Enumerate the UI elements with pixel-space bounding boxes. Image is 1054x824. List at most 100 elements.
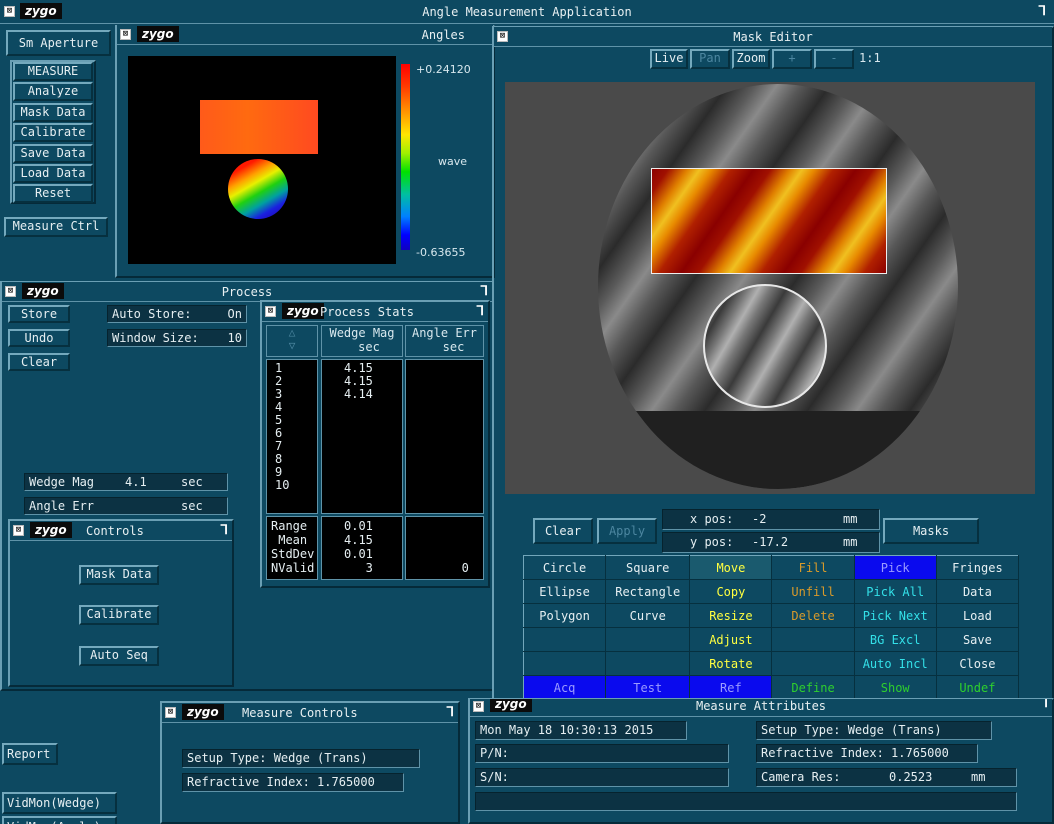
tool-curve-button[interactable]: Curve [605, 603, 691, 628]
tool-polygon-button[interactable]: Polygon [522, 603, 607, 628]
calibrate-button[interactable]: Calibrate [79, 605, 159, 625]
pin-icon[interactable]: ⅂ [221, 522, 228, 540]
comment-field[interactable] [475, 792, 1017, 811]
y-pos-field: y pos: -17.2 mm [662, 532, 880, 553]
tool-ellipse-button[interactable]: Ellipse [522, 579, 607, 604]
camera-res-field: Camera Res: 0.2523 mm [756, 768, 1017, 787]
tool-define-button[interactable]: Define [771, 675, 855, 700]
tool-ref-button[interactable]: Ref [689, 675, 773, 700]
window-size-label: Window Size: [112, 331, 199, 345]
tool-save-button[interactable]: Save [935, 627, 1020, 652]
tool-pick-all-button[interactable]: Pick All [853, 579, 937, 604]
tool-close-button[interactable]: Close [935, 651, 1020, 676]
zygo-logo: zygo [137, 26, 179, 42]
tool-rotate-button[interactable]: Rotate [689, 651, 773, 676]
zygo-logo: zygo [30, 522, 72, 538]
live-button[interactable]: Live [650, 49, 688, 69]
vidmon-angle-button[interactable]: VidMon(Angle) [2, 816, 117, 824]
aperture-circle [598, 84, 958, 489]
camera-view[interactable] [505, 82, 1035, 494]
process-stats-title: Process Stats [320, 305, 414, 319]
pn-field[interactable]: P/N: [475, 744, 729, 763]
mask-editor-title: Mask Editor [733, 30, 813, 44]
pin-icon[interactable]: ⅂ [1039, 0, 1046, 23]
wedge-mag-header: Wedge Mag sec [321, 325, 403, 357]
tool-test-button[interactable]: Test [605, 675, 691, 700]
close-icon[interactable]: ⊠ [120, 29, 131, 40]
pin-icon[interactable]: ⅂ [447, 704, 454, 722]
menu-mask-data-button[interactable]: Mask Data [13, 102, 93, 122]
menu-load-data-button[interactable]: Load Data [13, 164, 93, 183]
pin-icon[interactable]: ⅂ [1041, 699, 1048, 711]
angle-err-field: Angle Err sec [24, 497, 228, 515]
zoom-button[interactable]: Zoom [732, 49, 770, 69]
stats-row-numbers: 1 2 3 4 5 6 7 8 9 10 [266, 359, 318, 514]
tool-undef-button[interactable]: Undef [935, 675, 1020, 700]
undo-button[interactable]: Undo [8, 329, 70, 347]
angles-title-bar: ⊠ zygo Angles [117, 25, 493, 45]
menu-analyze-button[interactable]: Analyze [13, 82, 93, 102]
masks-button[interactable]: Masks [883, 518, 979, 544]
tool-empty-cell [605, 651, 691, 676]
zygo-logo: zygo [182, 704, 224, 720]
auto-seq-button[interactable]: Auto Seq [79, 646, 159, 666]
tool-auto-incl-button[interactable]: Auto Incl [853, 651, 937, 676]
tool-acq-button[interactable]: Acq [522, 675, 607, 700]
zoom-in-button[interactable]: + [772, 49, 812, 69]
zoom-out-button[interactable]: - [814, 49, 854, 69]
tool-data-button[interactable]: Data [935, 579, 1020, 604]
store-button[interactable]: Store [8, 305, 70, 323]
color-scale-bar [401, 64, 410, 250]
tool-show-button[interactable]: Show [853, 675, 937, 700]
pin-icon[interactable]: ⅂ [481, 283, 488, 301]
pan-button[interactable]: Pan [690, 49, 730, 69]
clear-button[interactable]: Clear [8, 353, 70, 371]
auto-store-value: On [227, 307, 242, 321]
measure-controls-title: Measure Controls [242, 706, 358, 720]
tool-load-button[interactable]: Load [935, 603, 1020, 628]
mask-rectangle[interactable] [651, 168, 887, 274]
mask-tool-grid: Circle Square Move Fill Pick Fringes Ellipse Re… [522, 555, 1020, 700]
x-pos-field: x pos: -2 mm [662, 509, 880, 530]
sm-aperture-button[interactable]: Sm Aperture [6, 30, 111, 56]
mask-data-button[interactable]: Mask Data [79, 565, 159, 585]
circle-region [228, 159, 288, 219]
main-title-bar: ⊠ zygo Angle Measurement Application ⅂ [0, 0, 1054, 24]
dark-bottom [598, 411, 958, 489]
tool-circle-button[interactable]: Circle [522, 555, 607, 580]
sn-field[interactable]: S/N: [475, 768, 729, 787]
menu-save-data-button[interactable]: Save Data [13, 143, 93, 163]
menu-calibrate-button[interactable]: Calibrate [13, 123, 93, 143]
tool-move-button[interactable]: Move [689, 555, 773, 580]
tool-adjust-button[interactable]: Adjust [689, 627, 773, 652]
angles-plot [128, 56, 396, 264]
col-header: Angle Err [411, 326, 478, 340]
tool-rectangle-button[interactable]: Rectangle [605, 579, 691, 604]
tool-pick-button[interactable]: Pick [853, 555, 937, 580]
close-icon[interactable]: ⊠ [165, 707, 176, 718]
tool-bg-excl-button[interactable]: BG Excl [853, 627, 937, 652]
zygo-logo: zygo [282, 303, 324, 319]
stats-scroll-arrows[interactable]: △ ▽ [266, 325, 318, 357]
tool-square-button[interactable]: Square [605, 555, 691, 580]
apply-button[interactable]: Apply [597, 518, 657, 544]
tool-fill-button[interactable]: Fill [771, 555, 855, 580]
close-icon[interactable]: ⊠ [265, 306, 276, 317]
tool-pick-next-button[interactable]: Pick Next [853, 603, 937, 628]
tool-delete-button[interactable]: Delete [771, 603, 855, 628]
report-button[interactable]: Report [2, 743, 58, 765]
measure-attributes-title: Measure Attributes [695, 699, 827, 713]
vidmon-wedge-button[interactable]: VidMon(Wedge) [2, 792, 117, 814]
window-size-field[interactable]: Window Size: 10 [107, 329, 247, 347]
mask-clear-button[interactable]: Clear [533, 518, 593, 544]
close-icon[interactable]: ⊠ [13, 525, 24, 536]
tool-fringes-button[interactable]: Fringes [935, 555, 1020, 580]
pin-icon[interactable]: ⅂ [477, 303, 484, 321]
tool-copy-button[interactable]: Copy [689, 579, 773, 604]
tool-resize-button[interactable]: Resize [689, 603, 773, 628]
measure-ctrl-button[interactable]: Measure Ctrl [4, 217, 108, 237]
menu-measure-button[interactable]: MEASURE [13, 62, 93, 81]
tool-unfill-button[interactable]: Unfill [771, 579, 855, 604]
auto-store-field[interactable]: Auto Store: On [107, 305, 247, 323]
menu-reset-button[interactable]: Reset [13, 184, 93, 204]
